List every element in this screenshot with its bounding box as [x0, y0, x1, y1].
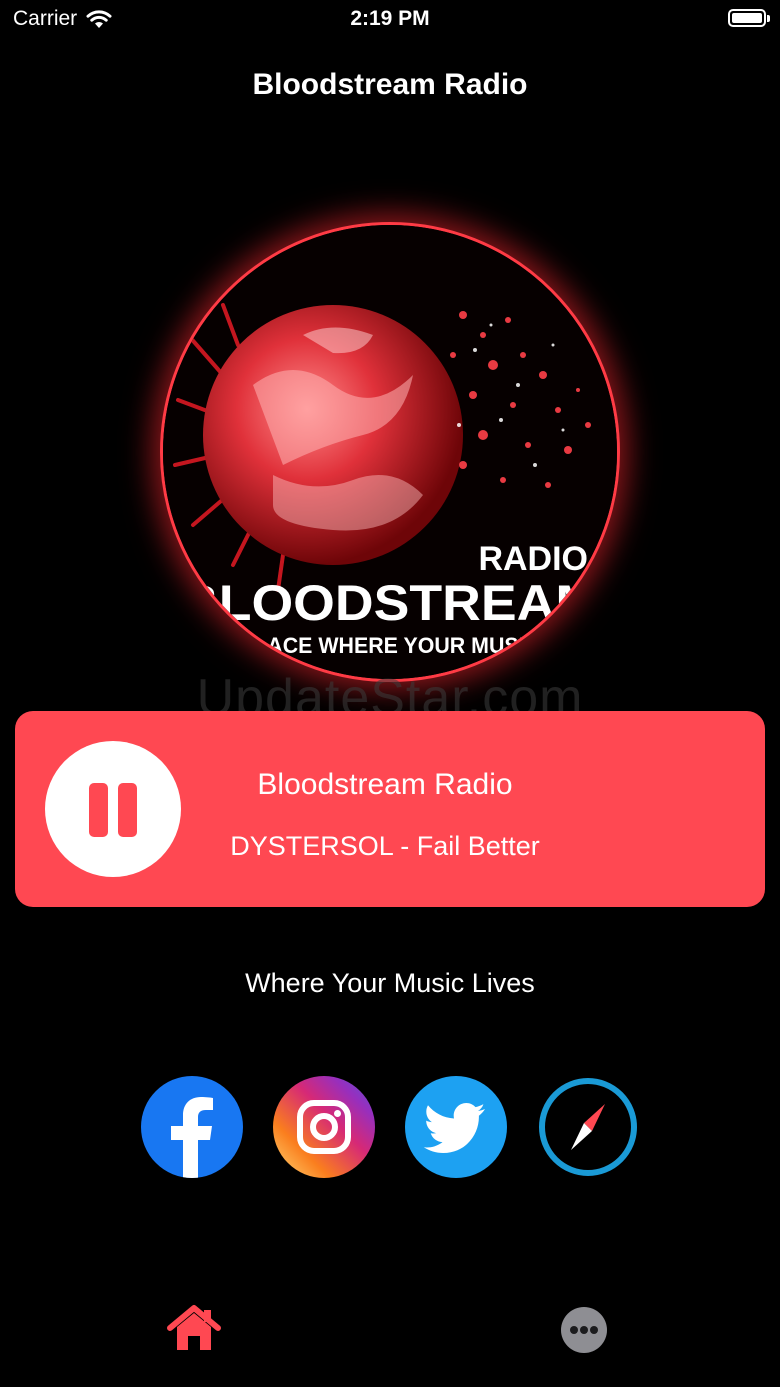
twitter-icon [423, 1103, 485, 1153]
facebook-button[interactable] [141, 1076, 243, 1178]
facebook-icon [171, 1097, 213, 1178]
page-title: Bloodstream Radio [252, 68, 528, 101]
tab-more[interactable] [561, 1307, 607, 1353]
pause-button[interactable] [45, 741, 181, 877]
tab-home[interactable] [166, 1304, 222, 1354]
social-links [0, 1076, 780, 1178]
tab-bar [0, 1290, 780, 1370]
station-name: Bloodstream Radio [257, 768, 513, 801]
instagram-button[interactable] [273, 1076, 375, 1178]
station-logo-art: RADIO BLOODSTREAM PLACE WHERE YOUR MUSIC [163, 225, 617, 679]
website-button[interactable] [537, 1076, 639, 1178]
more-dot [570, 1326, 578, 1334]
battery-icon [728, 9, 770, 27]
compass-icon [539, 1078, 637, 1176]
battery-fill [732, 13, 762, 23]
battery-tip [767, 15, 770, 22]
home-icon [167, 1305, 221, 1350]
logo-slogan-text: PLACE WHERE YOUR MUSIC [240, 633, 540, 658]
station-logo: RADIO BLOODSTREAM PLACE WHERE YOUR MUSIC [160, 222, 620, 682]
pause-bar-left [89, 783, 108, 837]
more-dot [580, 1326, 588, 1334]
player-card: Bloodstream Radio DYSTERSOL - Fail Bette… [15, 711, 765, 907]
status-time: 2:19 PM [350, 7, 430, 30]
pause-bar-right [118, 783, 137, 837]
twitter-button[interactable] [405, 1076, 507, 1178]
instagram-icon [297, 1100, 351, 1154]
status-bar: Carrier 2:19 PM [0, 0, 780, 42]
tagline: Where Your Music Lives [245, 968, 535, 998]
logo-radio-text: RADIO [478, 540, 588, 578]
logo-main-text: BLOODSTREAM [180, 575, 600, 631]
more-dot [590, 1326, 598, 1334]
now-playing-track: DYSTERSOL - Fail Better [230, 831, 540, 861]
